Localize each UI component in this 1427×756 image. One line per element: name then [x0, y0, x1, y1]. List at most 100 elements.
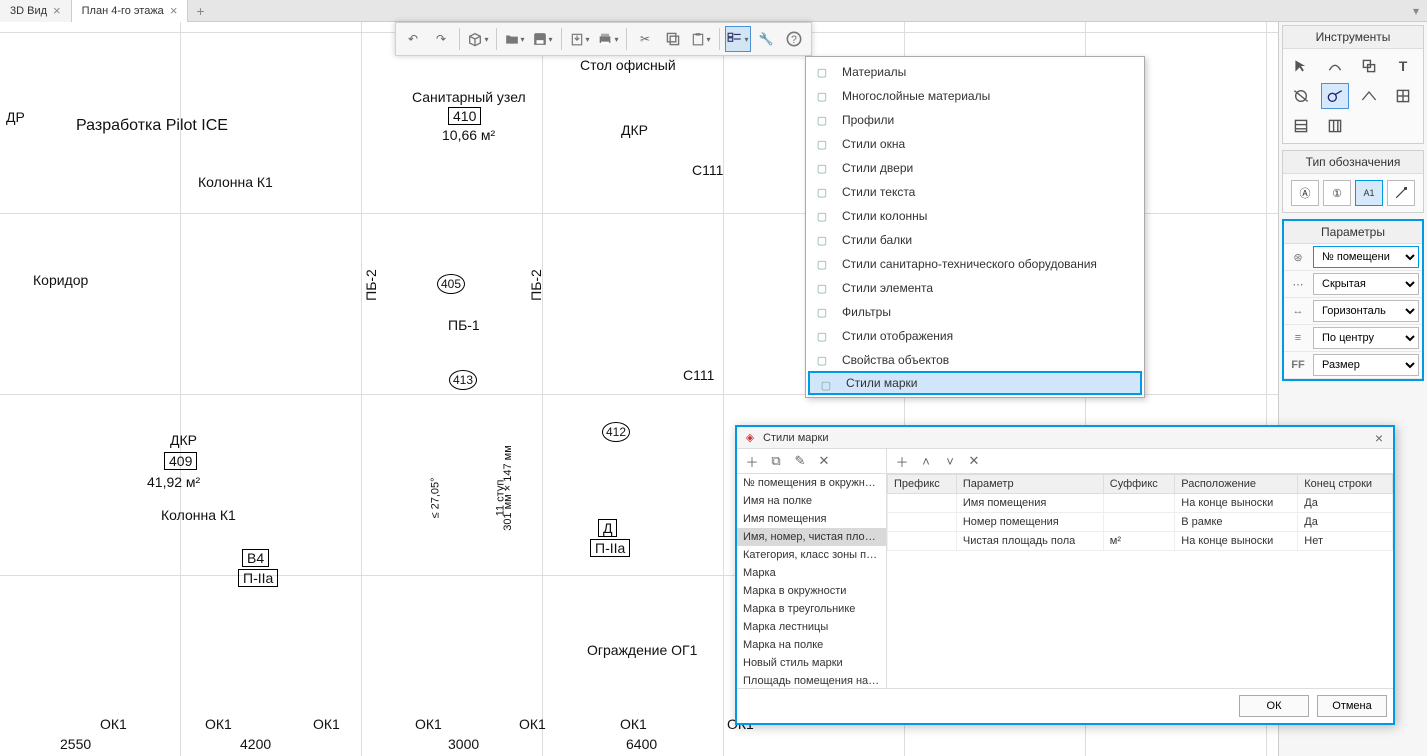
orientation-select[interactable]: Горизонталь	[1313, 300, 1419, 322]
linetype-select[interactable]: Скрытая	[1313, 273, 1419, 295]
column-header[interactable]: Расположение	[1175, 475, 1298, 494]
cut-icon[interactable]: ✂	[632, 26, 658, 52]
menu-item[interactable]: ▢Многослойные материалы	[806, 84, 1144, 108]
marker-tool-icon[interactable]	[1321, 83, 1349, 109]
table-row[interactable]: Номер помещения В рамкеДа	[888, 513, 1393, 532]
shape-tool-icon[interactable]	[1355, 53, 1383, 79]
style-list-item[interactable]: Марка	[737, 564, 886, 582]
undo-icon[interactable]: ↶	[400, 26, 426, 52]
table-cell[interactable]: Да	[1298, 513, 1393, 532]
delete-row-icon[interactable]: ✕	[965, 452, 983, 470]
print-icon[interactable]: ▾	[595, 26, 621, 52]
style-list-item[interactable]: № помещения в окружности	[737, 474, 886, 492]
copy-icon[interactable]	[660, 26, 686, 52]
tab-dropdown-button[interactable]: ▾	[1405, 4, 1427, 18]
menu-item[interactable]: ▢Стили элемента	[806, 276, 1144, 300]
close-icon[interactable]: ×	[53, 0, 61, 22]
menu-item[interactable]: ▢Стили марки	[808, 371, 1142, 395]
style-list[interactable]: № помещения в окружностиИмя на полкеИмя …	[737, 474, 887, 688]
menu-item[interactable]: ▢Стили санитарно-технического оборудован…	[806, 252, 1144, 276]
table-row[interactable]: Имя помещения На конце выноскиДа	[888, 494, 1393, 513]
font-select[interactable]: Размер	[1313, 354, 1419, 376]
styles-manager-icon[interactable]: ▾	[725, 26, 751, 52]
edit-icon[interactable]: ✎	[791, 452, 809, 470]
dimension-tool-icon[interactable]	[1287, 83, 1315, 109]
type-1-button[interactable]: ①	[1323, 180, 1351, 206]
style-list-item[interactable]: Имя, номер, чистая площадь по	[737, 528, 886, 546]
grid-tool-icon[interactable]	[1321, 113, 1349, 139]
box-icon[interactable]: ▾	[465, 26, 491, 52]
table-cell[interactable]: м²	[1103, 532, 1174, 551]
close-icon[interactable]: ×	[1371, 430, 1387, 446]
table-cell[interactable]: Номер помещения	[956, 513, 1103, 532]
table-cell[interactable]	[1103, 494, 1174, 513]
add-row-icon[interactable]: ＋	[893, 452, 911, 470]
table-cell[interactable]: Чистая площадь пола	[956, 532, 1103, 551]
style-list-item[interactable]: Марка на полке	[737, 636, 886, 654]
style-list-item[interactable]: Марка в треугольнике	[737, 600, 886, 618]
menu-item-label: Стили отображения	[842, 329, 953, 343]
cursor-tool-icon[interactable]	[1287, 53, 1315, 79]
menu-item[interactable]: ▢Стили текста	[806, 180, 1144, 204]
redo-icon[interactable]: ↷	[428, 26, 454, 52]
arc-tool-icon[interactable]	[1321, 53, 1349, 79]
menu-item[interactable]: ▢Свойства объектов	[806, 348, 1144, 372]
mark-style-select[interactable]: № помещени	[1313, 246, 1419, 268]
style-list-item[interactable]: Марка лестницы	[737, 618, 886, 636]
menu-item[interactable]: ▢Стили отображения	[806, 324, 1144, 348]
move-up-icon[interactable]: ˄	[917, 452, 935, 470]
table-cell[interactable]: Нет	[1298, 532, 1393, 551]
save-icon[interactable]: ▾	[530, 26, 556, 52]
table-cell[interactable]: Имя помещения	[956, 494, 1103, 513]
table-cell[interactable]	[888, 513, 957, 532]
ok-button[interactable]: ОК	[1239, 695, 1309, 717]
move-down-icon[interactable]: ˅	[941, 452, 959, 470]
type-a-button[interactable]: Ⓐ	[1291, 180, 1319, 206]
style-list-item[interactable]: Площадь помещения на полке	[737, 672, 886, 688]
settings-icon[interactable]: 🔧	[753, 26, 779, 52]
type-a1-button[interactable]: A1	[1355, 180, 1383, 206]
tab-new-button[interactable]: +	[188, 3, 212, 19]
cancel-button[interactable]: Отмена	[1317, 695, 1387, 717]
menu-item[interactable]: ▢Стили балки	[806, 228, 1144, 252]
column-header[interactable]: Параметр	[956, 475, 1103, 494]
close-icon[interactable]: ×	[170, 0, 178, 22]
menu-item[interactable]: ▢Стили двери	[806, 156, 1144, 180]
table-cell[interactable]	[1103, 513, 1174, 532]
open-icon[interactable]: ▾	[502, 26, 528, 52]
export-icon[interactable]: ▾	[567, 26, 593, 52]
table-cell[interactable]	[888, 494, 957, 513]
style-list-item[interactable]: Новый стиль марки	[737, 654, 886, 672]
table-cell[interactable]: На конце выноски	[1175, 494, 1298, 513]
help-icon[interactable]: ?	[781, 26, 807, 52]
style-list-item[interactable]: Категория, класс зоны помещен	[737, 546, 886, 564]
menu-item[interactable]: ▢Профили	[806, 108, 1144, 132]
table-cell[interactable]	[888, 532, 957, 551]
table-cell[interactable]: Да	[1298, 494, 1393, 513]
text-tool-icon[interactable]: T	[1389, 53, 1417, 79]
table-row[interactable]: Чистая площадь полам²На конце выноскиНет	[888, 532, 1393, 551]
column-header[interactable]: Суффикс	[1103, 475, 1174, 494]
column-header[interactable]: Префикс	[888, 475, 957, 494]
delete-icon[interactable]: ✕	[815, 452, 833, 470]
type-leader-button[interactable]	[1387, 180, 1415, 206]
menu-item[interactable]: ▢Материалы	[806, 60, 1144, 84]
table-cell[interactable]: На конце выноски	[1175, 532, 1298, 551]
tab-floor-plan[interactable]: План 4-го этажа ×	[72, 0, 189, 22]
style-list-item[interactable]: Имя помещения	[737, 510, 886, 528]
column-header[interactable]: Конец строки	[1298, 475, 1393, 494]
table-cell[interactable]: В рамке	[1175, 513, 1298, 532]
table-tool-icon[interactable]	[1287, 113, 1315, 139]
style-list-item[interactable]: Имя на полке	[737, 492, 886, 510]
menu-item[interactable]: ▢Стили колонны	[806, 204, 1144, 228]
menu-item[interactable]: ▢Фильтры	[806, 300, 1144, 324]
hatch-tool-icon[interactable]	[1389, 83, 1417, 109]
style-list-item[interactable]: Марка в окружности	[737, 582, 886, 600]
tab-3d-view[interactable]: 3D Вид ×	[0, 0, 72, 22]
menu-item[interactable]: ▢Стили окна	[806, 132, 1144, 156]
align-select[interactable]: По центру	[1313, 327, 1419, 349]
duplicate-icon[interactable]: ⧉	[767, 452, 785, 470]
section-tool-icon[interactable]	[1355, 83, 1383, 109]
paste-icon[interactable]: ▾	[688, 26, 714, 52]
add-icon[interactable]: ＋	[743, 452, 761, 470]
